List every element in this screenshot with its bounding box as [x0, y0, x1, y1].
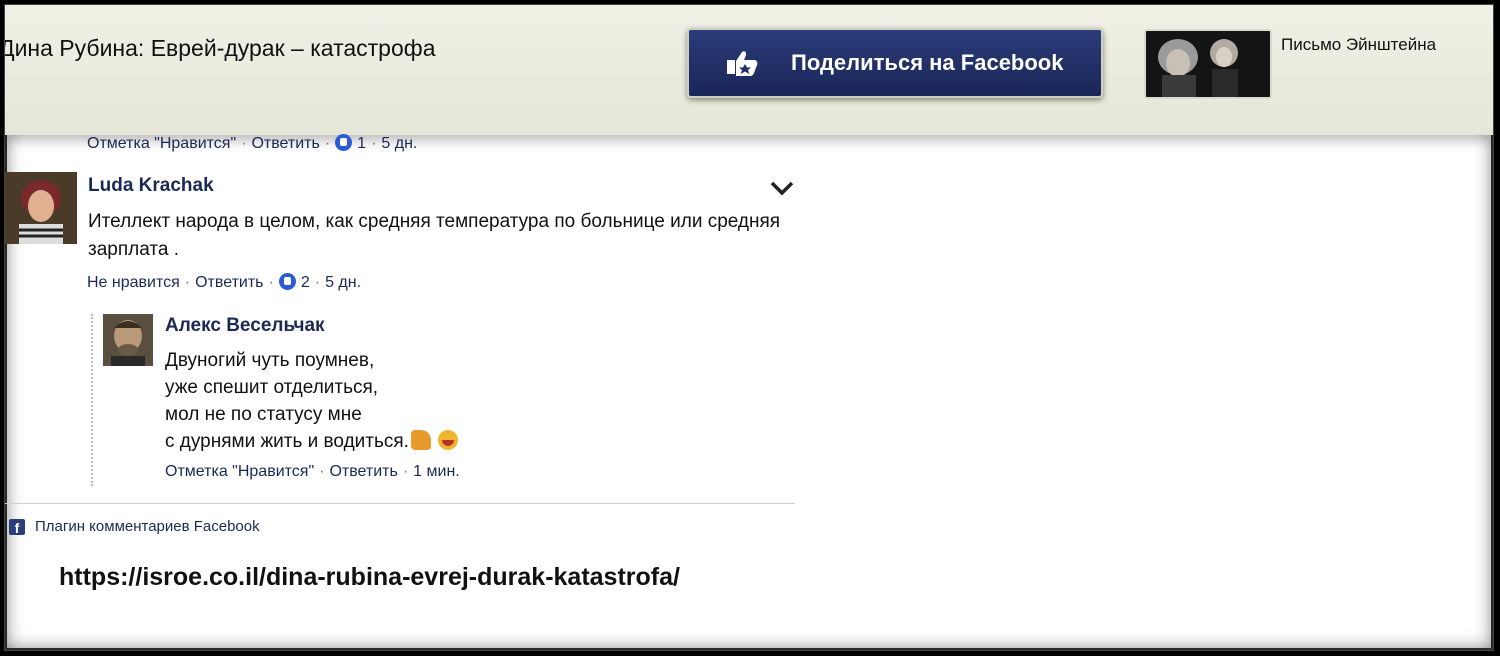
reply-text-line: уже спешит отделиться, — [165, 377, 379, 398]
likes-count: 1 — [357, 135, 367, 152]
like-count-icon — [335, 134, 353, 151]
previous-comment-actions: Отметка "Нравится" · Ответить · 1 · 5 дн. — [87, 134, 417, 153]
comment-time[interactable]: 1 мин. — [413, 463, 460, 480]
likes-count: 2 — [300, 274, 310, 291]
related-article-thumbnail[interactable] — [1144, 29, 1272, 99]
separator-dot: · — [402, 463, 409, 480]
separator-dot: · — [184, 274, 191, 291]
reply-link[interactable]: Ответить — [251, 135, 319, 152]
share-button-label: Поделиться на Facebook — [791, 50, 1064, 75]
separator-dot: · — [371, 135, 377, 152]
like-link[interactable]: Отметка "Нравится" — [165, 463, 314, 480]
reply-link[interactable]: Ответить — [329, 463, 397, 480]
reply-actions: Отметка "Нравится" · Ответить · 1 мин. — [165, 463, 460, 481]
plugin-label: Плагин комментариев Facebook — [35, 518, 260, 535]
sticky-share-bar: Дина Рубина: Еврей-дурак – катастрофа По… — [5, 5, 1493, 135]
comment-author[interactable]: Luda Krachak — [88, 175, 214, 197]
source-url: https://isroe.co.il/dina-rubina-evrej-du… — [59, 563, 680, 591]
unlike-link[interactable]: Не нравится — [87, 274, 180, 291]
luda-avatar-photo — [5, 172, 77, 244]
like-link[interactable]: Отметка "Нравится" — [87, 135, 236, 152]
avatar[interactable] — [5, 172, 77, 244]
thumbs-up-star-icon — [727, 51, 758, 76]
screenshot-frame: Дина Рубина: Еврей-дурак – катастрофа По… — [4, 4, 1494, 651]
avatar[interactable] — [103, 314, 153, 366]
separator-dot: · — [324, 135, 331, 152]
comment-actions: Не нравится · Ответить · 2 · 5 дн. — [87, 273, 361, 292]
comment-text: Ителлект народа в целом, как средняя тем… — [88, 211, 781, 260]
reply-last-line: с дурнями жить и водиться. — [165, 428, 459, 455]
einstein-photo — [1146, 31, 1270, 97]
facebook-plugin-credit[interactable]: f Плагин комментариев Facebook — [9, 518, 260, 536]
reply-link[interactable]: Ответить — [195, 274, 263, 291]
reply-text-line: с дурнями жить и водиться. — [165, 431, 409, 452]
reply-text: Двуногий чуть поумнев, уже спешит отдели… — [165, 347, 459, 455]
comment-time[interactable]: 5 дн. — [381, 135, 417, 152]
divider — [5, 503, 795, 504]
separator-dot: · — [319, 463, 325, 480]
reply-text-line: Двуногий чуть поумнев, — [165, 350, 375, 371]
comment-time[interactable]: 5 дн. — [325, 274, 361, 291]
thumbs-up-emoji-icon — [410, 430, 431, 450]
share-facebook-button[interactable]: Поделиться на Facebook — [687, 28, 1103, 98]
separator-dot: · — [314, 274, 321, 291]
article-title: Дина Рубина: Еврей-дурак – катастрофа — [4, 35, 436, 61]
chevron-down-icon[interactable] — [767, 173, 797, 203]
grinning-face-emoji-icon — [438, 430, 459, 450]
related-article-title[interactable]: Письмо Эйнштейна — [1281, 35, 1436, 55]
separator-dot: · — [241, 135, 247, 152]
reply-thread-line — [91, 314, 93, 486]
aleks-avatar-photo — [103, 314, 153, 366]
like-count-icon — [278, 273, 296, 290]
facebook-icon: f — [9, 518, 25, 536]
reply-author[interactable]: Алекс Весельчак — [165, 315, 325, 337]
reply-text-line: мол не по статусу мне — [165, 404, 362, 425]
separator-dot: · — [268, 274, 274, 291]
